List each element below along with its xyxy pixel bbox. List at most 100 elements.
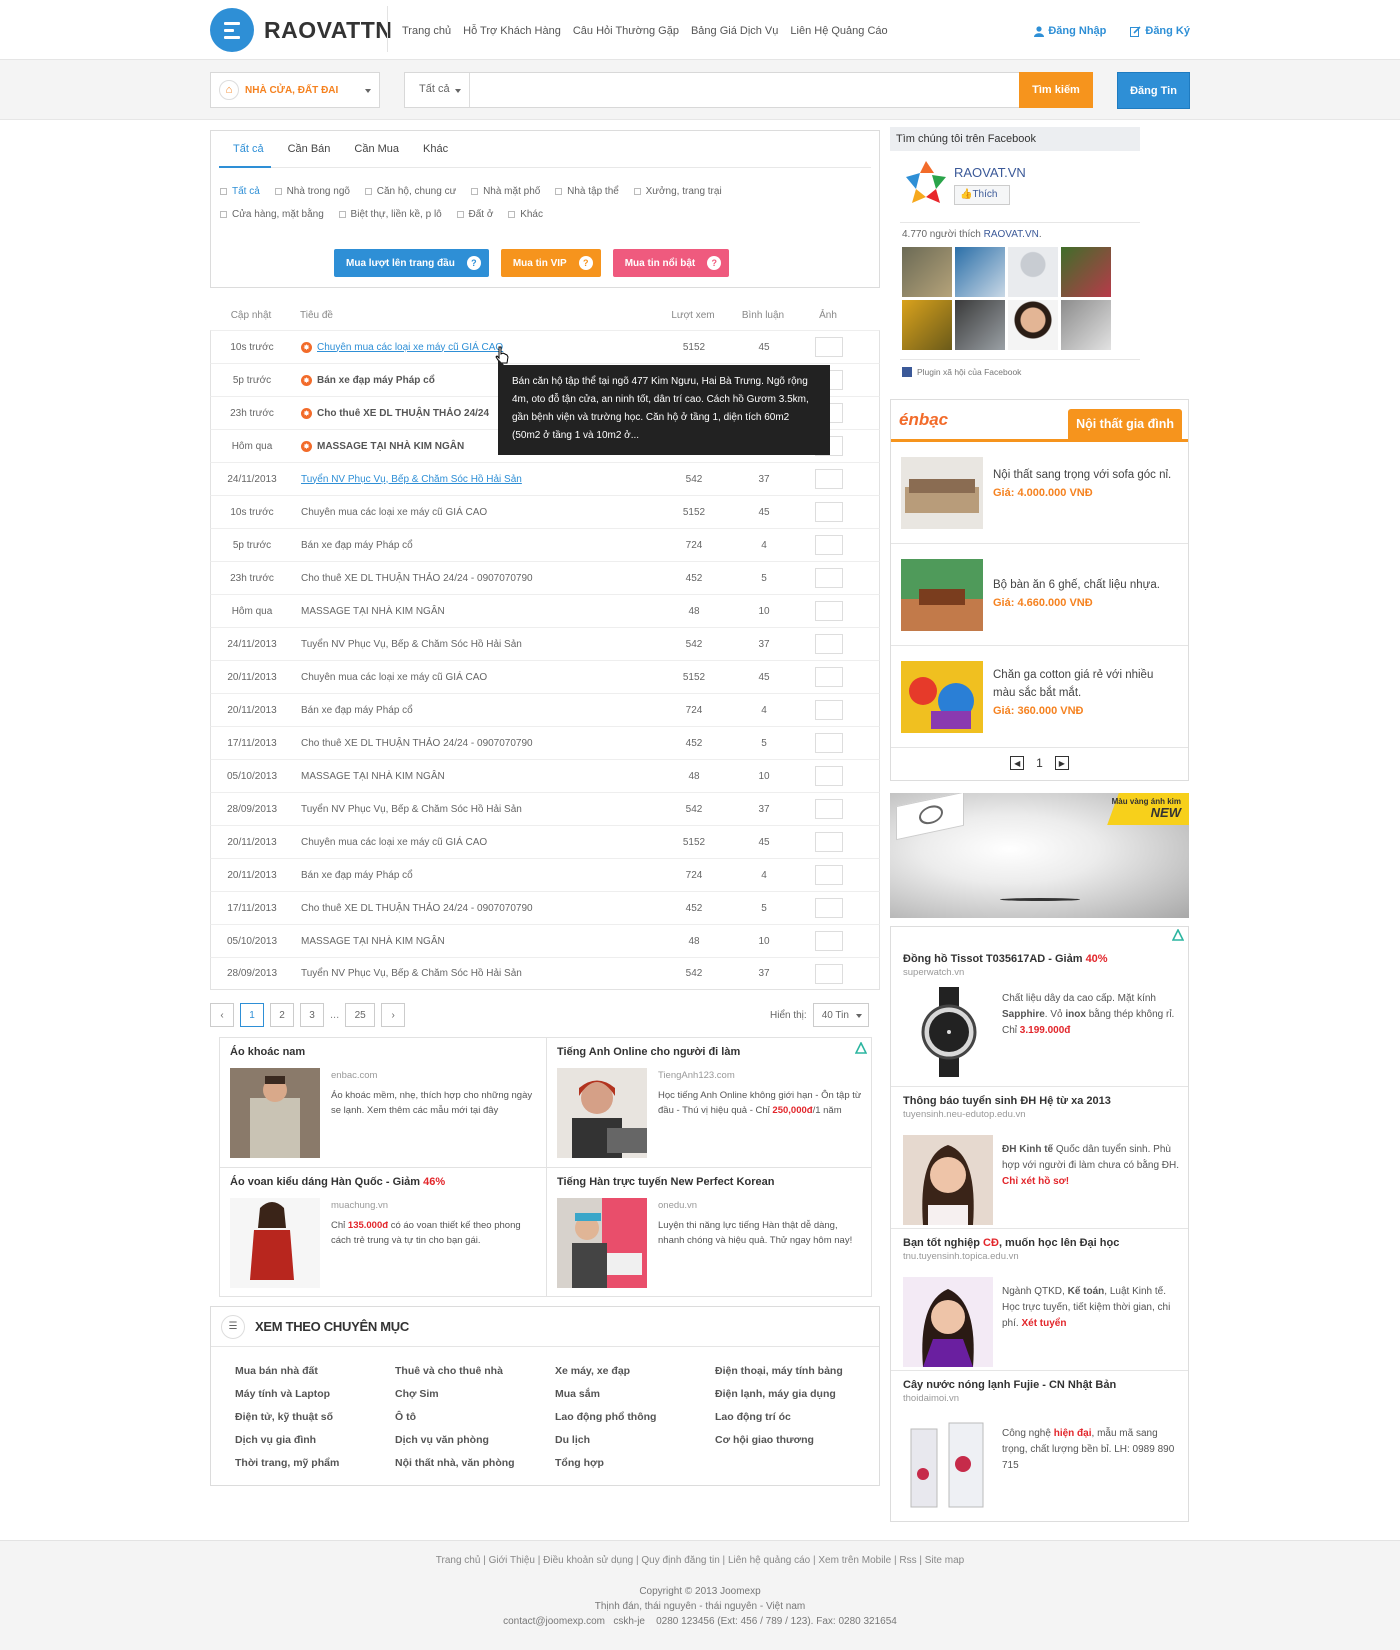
row-thumbnail[interactable] xyxy=(815,931,843,951)
row-title-link[interactable]: Bán xe đạp máy Pháp cổ xyxy=(317,375,435,386)
category-link[interactable]: Máy tính và Laptop xyxy=(235,1388,395,1400)
row-thumbnail[interactable] xyxy=(815,502,843,522)
sponsored-ad[interactable]: Cây nước nóng lạnh Fujie - CN Nhật Bản t… xyxy=(891,1371,1188,1519)
search-input[interactable]: Tất cả xyxy=(404,72,1030,108)
fan-avatar[interactable] xyxy=(955,300,1005,350)
table-row[interactable]: 05/10/2013 MASSAGE TẠI NHÀ KIM NGÂN 48 10 xyxy=(210,924,880,957)
raovat-page-logo[interactable] xyxy=(900,157,952,209)
category-link[interactable]: Ô tô xyxy=(395,1411,555,1423)
fan-avatar[interactable] xyxy=(902,300,952,350)
row-thumbnail[interactable] xyxy=(815,469,843,489)
enbac-item[interactable]: Nội thất sang trọng với sofa góc nỉ. Giá:… xyxy=(891,442,1188,544)
category-link[interactable]: Chợ Sim xyxy=(395,1388,555,1400)
footer-link[interactable]: Rss xyxy=(899,1555,916,1566)
buy-vip-button[interactable]: Mua tin VIP? xyxy=(500,249,601,277)
table-row[interactable]: 20/11/2013 Bán xe đạp máy Pháp cổ 724 4 xyxy=(210,858,880,891)
ad-card[interactable]: Tiếng Anh Online cho người đi làm TiengA… xyxy=(547,1038,873,1168)
fan-avatar[interactable] xyxy=(1061,247,1111,297)
category-link[interactable]: Điện tử, kỹ thuật số xyxy=(235,1411,395,1423)
table-row[interactable]: 28/09/2013 Tuyển NV Phục Vụ, Bếp & Chăm S… xyxy=(210,792,880,825)
buy-top-page-button[interactable]: Mua lượt lên trang đầu? xyxy=(334,249,489,277)
ad-card[interactable]: Áo voan kiểu dáng Hàn Quốc - Giảm 46% mu… xyxy=(220,1168,546,1298)
fan-avatar[interactable] xyxy=(1008,247,1058,297)
category-link[interactable]: Thuê và cho thuê nhà xyxy=(395,1365,555,1377)
subcat-item[interactable]: Khác xyxy=(508,209,543,220)
ad-title[interactable]: Tiếng Anh Online cho người đi làm xyxy=(557,1046,863,1058)
category-link[interactable]: Dịch vụ gia đình xyxy=(235,1434,395,1446)
subcat-item[interactable]: Căn hộ, chung cư xyxy=(365,186,457,197)
row-thumbnail[interactable] xyxy=(815,799,843,819)
sponsored-ad[interactable]: Đồng hồ Tissot T035617AD - Giảm 40% supe… xyxy=(891,927,1188,1087)
category-link[interactable]: Dịch vụ văn phòng xyxy=(395,1434,555,1446)
register-link[interactable]: Đăng Ký xyxy=(1130,25,1190,37)
row-thumbnail[interactable] xyxy=(815,733,843,753)
row-thumbnail[interactable] xyxy=(815,898,843,918)
sponsored-ad[interactable]: Bạn tốt nghiệp CĐ, muốn học lên Đại học … xyxy=(891,1229,1188,1371)
row-title-link[interactable]: Bán xe đạp máy Pháp cổ xyxy=(301,705,413,716)
mazda-banner-ad[interactable]: Màu vàng ánh kim NEW xyxy=(890,793,1189,918)
like-count-page-link[interactable]: RAOVAT.VN xyxy=(984,229,1039,240)
footer-link[interactable]: Điều khoản sử dụng xyxy=(543,1555,633,1566)
login-link[interactable]: Đăng Nhập xyxy=(1034,25,1106,37)
page-button[interactable]: 1 xyxy=(240,1003,264,1027)
buy-featured-button[interactable]: Mua tin nổi bật? xyxy=(612,249,730,277)
nav-pricing[interactable]: Bảng Giá Dịch Vụ xyxy=(691,25,778,37)
nav-home[interactable]: Trang chủ xyxy=(402,25,451,37)
enbac-category-tab[interactable]: Nội thất gia đình xyxy=(1068,409,1182,439)
tab-other[interactable]: Khác xyxy=(423,143,448,155)
nav-faq[interactable]: Câu Hỏi Thường Gặp xyxy=(573,25,679,37)
nav-ads-contact[interactable]: Liên Hệ Quảng Cáo xyxy=(790,25,887,37)
ad-title[interactable]: Áo khoác nam xyxy=(230,1046,536,1058)
row-thumbnail[interactable] xyxy=(815,337,843,357)
next-page-button[interactable]: › xyxy=(381,1003,406,1027)
row-title-link[interactable]: Tuyển NV Phục Vụ, Bếp & Chăm Sóc Hồ Hải … xyxy=(301,474,522,485)
page-button[interactable]: 25 xyxy=(345,1003,376,1027)
fan-avatar[interactable] xyxy=(902,247,952,297)
category-link[interactable]: Điện thoại, máy tính bảng xyxy=(715,1365,875,1377)
table-row[interactable]: 10s trước ✸ Chuyên mua các loại xe máy cũ … xyxy=(210,330,880,363)
category-link[interactable]: Mua bán nhà đất xyxy=(235,1365,395,1377)
table-row[interactable]: 17/11/2013 Cho thuê XE DL THUẬN THẢO 24/2… xyxy=(210,891,880,924)
row-title-link[interactable]: Tuyển NV Phục Vụ, Bếp & Chăm Sóc Hồ Hải … xyxy=(301,968,522,979)
footer-link[interactable]: Xem trên Mobile xyxy=(818,1555,891,1566)
category-link[interactable]: Cơ hội giao thương xyxy=(715,1434,875,1446)
subcat-item[interactable]: Nhà tập thể xyxy=(555,186,619,197)
footer-link[interactable]: Liên hệ quảng cáo xyxy=(728,1555,810,1566)
subcat-item[interactable]: Xưởng, trang trại xyxy=(634,186,722,197)
row-thumbnail[interactable] xyxy=(815,535,843,555)
subcat-item[interactable]: Cửa hàng, mặt bằng xyxy=(220,209,324,220)
page-button[interactable]: 3 xyxy=(300,1003,324,1027)
row-title-link[interactable]: Chuyên mua các loại xe máy cũ GIÁ CAO xyxy=(301,507,487,518)
site-logo[interactable]: RAOVATTN xyxy=(210,8,392,52)
row-title-link[interactable]: MASSAGE TẠI NHÀ KIM NGÂN xyxy=(301,936,445,947)
subcat-item[interactable]: Nhà mặt phố xyxy=(471,186,540,197)
prev-arrow-icon[interactable]: ◀ xyxy=(1010,756,1025,770)
subcat-item[interactable]: Tất cả xyxy=(220,186,260,197)
row-thumbnail[interactable] xyxy=(815,963,843,984)
category-link[interactable]: Nội thất nhà, văn phòng xyxy=(395,1457,555,1469)
table-row[interactable]: 28/09/2013 Tuyển NV Phục Vụ, Bếp & Chăm S… xyxy=(210,957,880,990)
footer-link[interactable]: Quy định đăng tin xyxy=(641,1555,719,1566)
row-title-link[interactable]: MASSAGE TẠI NHÀ KIM NGÂN xyxy=(301,606,445,617)
table-row[interactable]: 10s trước Chuyên mua các loại xe máy cũ G… xyxy=(210,495,880,528)
post-ad-button[interactable]: Đăng Tin xyxy=(1117,72,1190,109)
row-title-link[interactable]: Cho thuê XE DL THUẬN THẢO 24/24 - 090707… xyxy=(301,903,533,914)
ad-title[interactable]: Áo voan kiểu dáng Hàn Quốc - Giảm 46% xyxy=(230,1176,536,1188)
category-link[interactable]: Tổng hợp xyxy=(555,1457,715,1469)
row-thumbnail[interactable] xyxy=(815,700,843,720)
table-row[interactable]: 24/11/2013 Tuyển NV Phục Vụ, Bếp & Chăm S… xyxy=(210,462,880,495)
enbac-logo[interactable]: énbạc xyxy=(899,410,948,430)
tab-all[interactable]: Tất cả xyxy=(233,143,264,155)
row-title-link[interactable]: Tuyển NV Phục Vụ, Bếp & Chăm Sóc Hồ Hải … xyxy=(301,639,522,650)
table-row[interactable]: 23h trước Cho thuê XE DL THUẬN THẢO 24/24… xyxy=(210,561,880,594)
page-size-select[interactable]: 40 Tin xyxy=(812,1003,869,1027)
row-title-link[interactable]: Cho thuê XE DL THUẬN THẢO 24/24 xyxy=(317,408,489,419)
search-scope-select[interactable]: Tất cả xyxy=(405,73,470,107)
next-arrow-icon[interactable]: ▶ xyxy=(1054,756,1069,770)
help-icon[interactable]: ? xyxy=(466,256,481,270)
facebook-like-button[interactable]: 👍Thích xyxy=(954,185,1010,205)
table-row[interactable]: 20/11/2013 Bán xe đạp máy Pháp cổ 724 4 xyxy=(210,693,880,726)
row-title-link[interactable]: Chuyên mua các loại xe máy cũ GIÁ CAO xyxy=(301,837,487,848)
row-title-link[interactable]: Chuyên mua các loại xe máy cũ GIÁ CAO xyxy=(301,672,487,683)
row-title-link[interactable]: Bán xe đạp máy Pháp cổ xyxy=(301,870,413,881)
